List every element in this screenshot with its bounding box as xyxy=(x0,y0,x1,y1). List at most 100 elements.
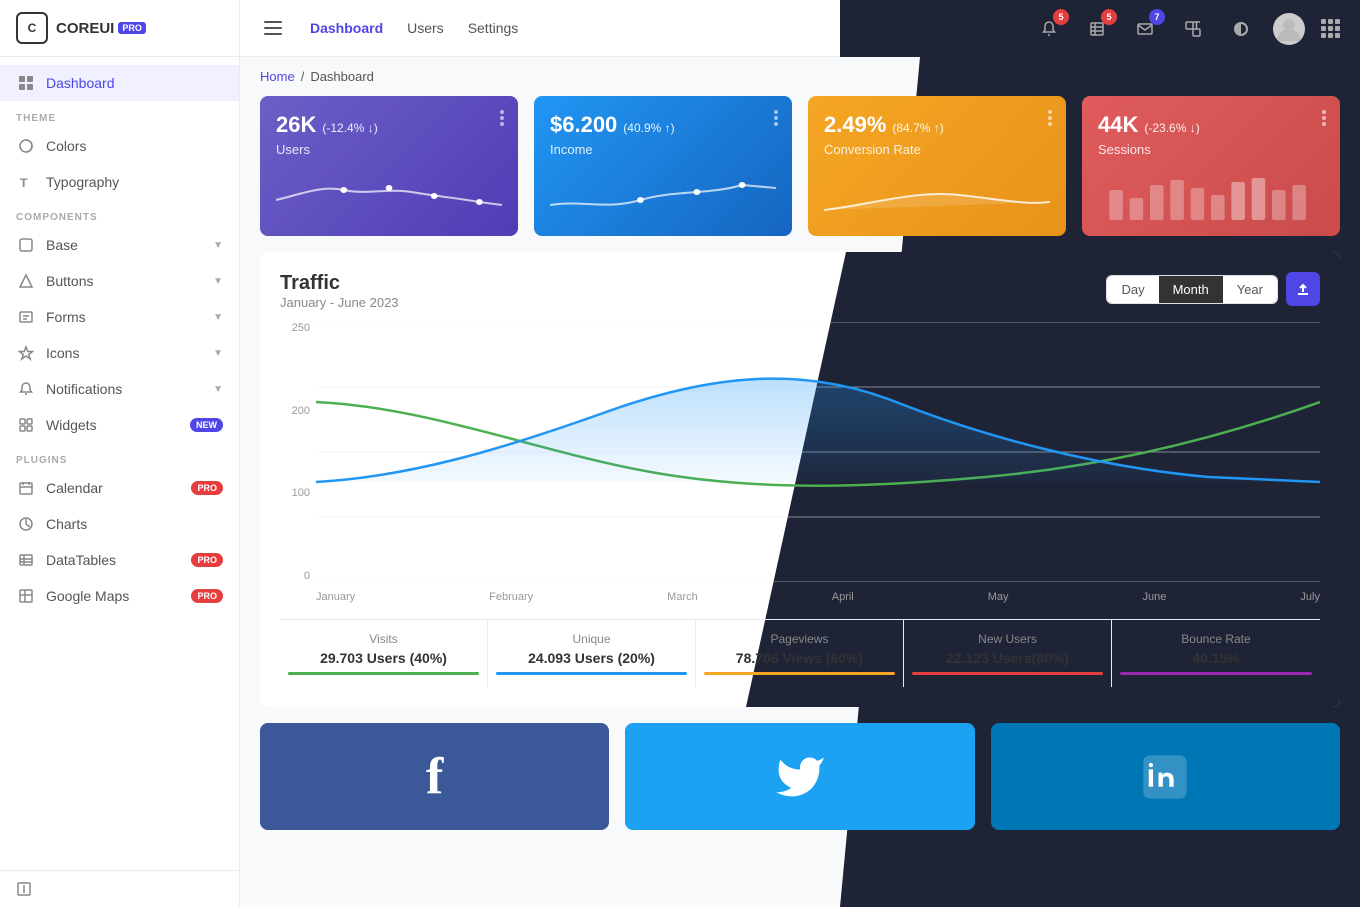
main-content: Dashboard Users Settings 5 5 7 xyxy=(240,0,1360,907)
footer-bouncerate: Bounce Rate 40.15% xyxy=(1112,620,1320,687)
footer-bouncerate-value: 40.15% xyxy=(1120,650,1312,666)
traffic-title: Traffic xyxy=(280,272,399,295)
colors-icon xyxy=(16,138,36,154)
svg-text:T: T xyxy=(20,176,28,190)
app-grid-button[interactable] xyxy=(1321,19,1340,38)
user-avatar[interactable] xyxy=(1273,13,1305,45)
sidebar-item-typography[interactable]: T Typography xyxy=(0,164,239,200)
x-label-april: April xyxy=(832,591,854,603)
theme-toggle-button[interactable] xyxy=(1225,13,1257,45)
stat-change-users: (-12.4% ↓) xyxy=(322,121,377,135)
stat-value-conversion: 2.49% xyxy=(824,112,886,138)
breadcrumb: Home / Dashboard xyxy=(260,69,1340,84)
sidebar-item-buttons[interactable]: Buttons ▼ xyxy=(0,263,239,299)
breadcrumb-home[interactable]: Home xyxy=(260,69,295,84)
facebook-card[interactable]: f xyxy=(260,723,609,830)
sidebar-item-notifications[interactable]: Notifications ▼ xyxy=(0,371,239,407)
facebook-icon: f xyxy=(426,747,443,806)
linkedin-card[interactable] xyxy=(991,723,1340,830)
year-button[interactable]: Year xyxy=(1223,276,1277,303)
breadcrumb-separator: / xyxy=(301,69,305,84)
sidebar-item-base[interactable]: Base ▼ xyxy=(0,227,239,263)
notifications-icon xyxy=(16,381,36,397)
sidebar: C COREUI PRO Dashboard THEME Colors T Ty… xyxy=(0,0,240,907)
sidebar-item-dashboard[interactable]: Dashboard xyxy=(0,65,239,101)
sidebar-item-calendar[interactable]: Calendar PRO xyxy=(0,470,239,506)
traffic-card: Traffic January - June 2023 Day Month Ye… xyxy=(260,252,1340,707)
stat-label-sessions: Sessions xyxy=(1098,142,1324,157)
messages-button[interactable]: 7 xyxy=(1129,13,1161,45)
x-label-june: June xyxy=(1143,591,1167,603)
footer-bouncerate-bar xyxy=(1120,672,1312,675)
x-label-may: May xyxy=(988,591,1009,603)
upload-button[interactable] xyxy=(1286,272,1320,306)
sidebar-item-label-buttons: Buttons xyxy=(46,273,213,289)
stat-menu-users[interactable] xyxy=(500,110,504,126)
header-nav: Dashboard Users Settings xyxy=(310,20,518,36)
footer-unique-label: Unique xyxy=(496,632,687,646)
sidebar-item-label-forms: Forms xyxy=(46,309,213,325)
translate-button[interactable] xyxy=(1177,13,1209,45)
header-nav-dashboard[interactable]: Dashboard xyxy=(310,20,383,36)
breadcrumb-bar: Home / Dashboard xyxy=(240,57,1360,96)
stat-menu-sessions[interactable] xyxy=(1322,110,1326,126)
stat-chart-users xyxy=(276,170,502,220)
calendar-icon xyxy=(16,480,36,496)
logo-text: COREUI xyxy=(56,20,114,37)
month-button[interactable]: Month xyxy=(1159,276,1223,303)
sidebar-item-icons[interactable]: Icons ▼ xyxy=(0,335,239,371)
stat-value-income: $6.200 xyxy=(550,112,617,138)
widgets-icon xyxy=(16,417,36,433)
stat-change-conversion: (84.7% ↑) xyxy=(892,121,943,135)
footer-pageviews-label: Pageviews xyxy=(704,632,895,646)
stat-menu-conversion[interactable] xyxy=(1048,110,1052,126)
notifications-chevron-icon: ▼ xyxy=(213,384,223,395)
stat-menu-income[interactable] xyxy=(774,110,778,126)
traffic-period-group: Day Month Year xyxy=(1106,275,1278,304)
header-right: 5 5 7 xyxy=(840,0,1360,57)
sidebar-item-label-dashboard: Dashboard xyxy=(46,75,223,91)
sidebar-logo: C COREUI PRO xyxy=(0,0,239,57)
sidebar-item-colors[interactable]: Colors xyxy=(0,128,239,164)
hamburger-button[interactable] xyxy=(260,17,286,39)
social-row: f xyxy=(240,723,1360,846)
sidebar-item-label-icons: Icons xyxy=(46,345,213,361)
sidebar-item-datatables[interactable]: DataTables PRO xyxy=(0,542,239,578)
tasks-button[interactable]: 5 xyxy=(1081,13,1113,45)
stat-chart-income xyxy=(550,170,776,220)
twitter-icon xyxy=(774,751,826,803)
base-chevron-icon: ▼ xyxy=(213,240,223,251)
footer-unique: Unique 24.093 Users (20%) xyxy=(488,620,696,687)
footer-unique-value: 24.093 Users (20%) xyxy=(496,650,687,666)
twitter-card[interactable] xyxy=(625,723,974,830)
stat-label-conversion: Conversion Rate xyxy=(824,142,1050,157)
stat-chart-conversion xyxy=(824,170,1050,220)
x-label-february: February xyxy=(489,591,533,603)
buttons-icon xyxy=(16,273,36,289)
sidebar-item-widgets[interactable]: Widgets NEW xyxy=(0,407,239,443)
day-button[interactable]: Day xyxy=(1107,276,1158,303)
googlemaps-icon xyxy=(16,588,36,604)
sidebar-section-components: COMPONENTS xyxy=(0,200,239,227)
header-nav-settings[interactable]: Settings xyxy=(468,20,519,36)
traffic-controls: Day Month Year xyxy=(1106,272,1320,306)
sidebar-item-label-colors: Colors xyxy=(46,138,223,154)
sidebar-item-forms[interactable]: Forms ▼ xyxy=(0,299,239,335)
notifications-bell-button[interactable]: 5 xyxy=(1033,13,1065,45)
traffic-subtitle: January - June 2023 xyxy=(280,295,399,310)
footer-unique-bar xyxy=(496,672,687,675)
sidebar-item-charts[interactable]: Charts xyxy=(0,506,239,542)
stat-card-sessions: 44K (-23.6% ↓) Sessions xyxy=(1082,96,1340,236)
sidebar-section-plugins: PLUGINS xyxy=(0,443,239,470)
sidebar-item-googlemaps[interactable]: Google Maps PRO xyxy=(0,578,239,614)
x-label-january: January xyxy=(316,591,355,603)
sidebar-item-label-datatables: DataTables xyxy=(46,552,191,568)
traffic-header: Traffic January - June 2023 Day Month Ye… xyxy=(280,272,1320,310)
header-nav-users[interactable]: Users xyxy=(407,20,444,36)
footer-pageviews-value: 78.706 Views (60%) xyxy=(704,650,895,666)
sidebar-collapse-btn[interactable] xyxy=(0,870,239,907)
notifications-badge: 5 xyxy=(1053,9,1069,25)
charts-icon xyxy=(16,516,36,532)
sidebar-item-label-base: Base xyxy=(46,237,213,253)
stat-label-income: Income xyxy=(550,142,776,157)
